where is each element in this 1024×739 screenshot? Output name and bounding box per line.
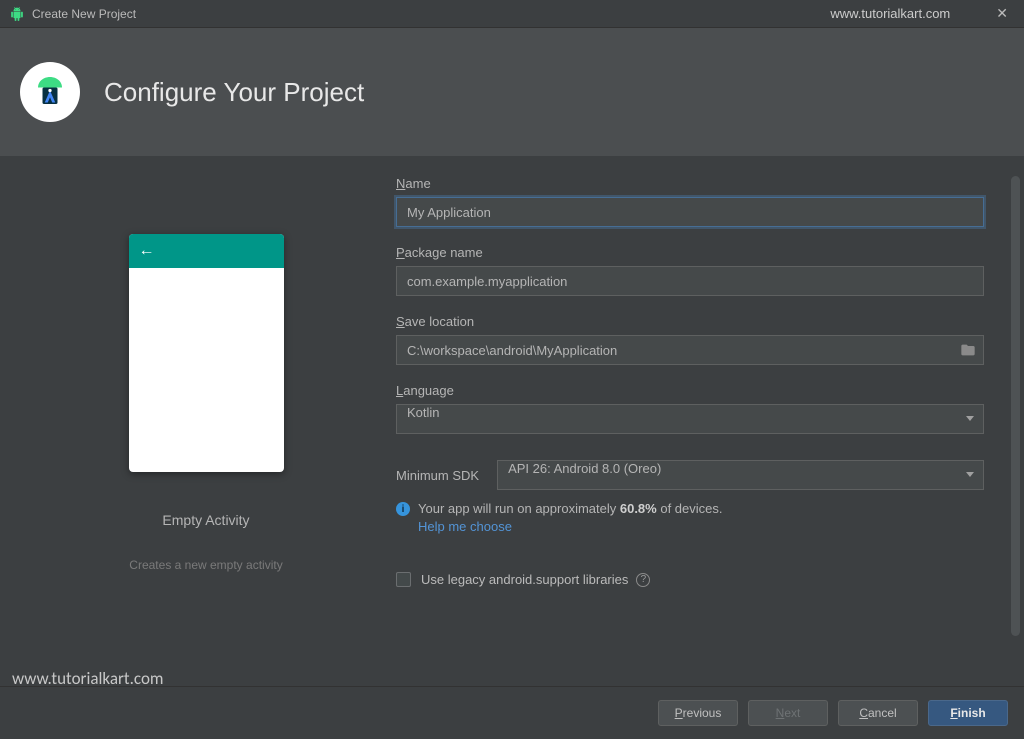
legacy-libraries-checkbox[interactable]: [396, 572, 411, 587]
back-arrow-icon: ←: [139, 242, 155, 260]
legacy-libraries-label: Use legacy android.support libraries: [421, 572, 628, 587]
watermark: www.tutorialkart.com: [12, 668, 164, 689]
language-field-group: Language Kotlin: [396, 383, 984, 434]
cancel-button[interactable]: Cancel: [838, 700, 918, 726]
chevron-down-icon: [966, 416, 974, 421]
form-column: Name Package name Save location Language…: [396, 176, 1008, 686]
body-content: ← Empty Activity Creates a new empty act…: [0, 156, 1024, 686]
name-input[interactable]: [396, 197, 984, 227]
help-me-choose-link[interactable]: Help me choose: [418, 519, 512, 534]
language-label: Language: [396, 383, 984, 398]
device-percentage: 60.8%: [620, 501, 657, 516]
phone-preview: ←: [129, 234, 284, 472]
chevron-down-icon: [966, 472, 974, 477]
titlebar: Create New Project www.tutorialkart.com …: [0, 0, 1024, 28]
name-label: Name: [396, 176, 984, 191]
page-title: Configure Your Project: [104, 77, 364, 108]
close-icon[interactable]: ✕: [990, 3, 1014, 24]
sdk-info: i Your app will run on approximately 60.…: [396, 500, 984, 536]
header: Configure Your Project: [0, 28, 1024, 156]
name-field-group: Name: [396, 176, 984, 227]
folder-browse-icon[interactable]: [960, 342, 976, 358]
minimum-sdk-select[interactable]: API 26: Android 8.0 (Oreo): [497, 460, 984, 490]
save-location-field-group: Save location: [396, 314, 984, 365]
save-location-label: Save location: [396, 314, 984, 329]
android-studio-logo: [20, 62, 80, 122]
info-icon: i: [396, 502, 410, 516]
window-title: Create New Project: [32, 7, 136, 21]
next-button: Next: [748, 700, 828, 726]
titlebar-url: www.tutorialkart.com: [830, 6, 950, 21]
preview-appbar: ←: [129, 234, 284, 268]
template-description: Creates a new empty activity: [129, 558, 282, 572]
template-name: Empty Activity: [162, 512, 249, 528]
minimum-sdk-label: Minimum SDK: [396, 468, 479, 483]
save-location-input[interactable]: [396, 335, 984, 365]
previous-button[interactable]: Previous: [658, 700, 738, 726]
package-field-group: Package name: [396, 245, 984, 296]
template-preview-column: ← Empty Activity Creates a new empty act…: [16, 176, 396, 686]
footer: Previous Next Cancel Finish: [0, 686, 1024, 739]
help-icon[interactable]: ?: [636, 573, 650, 587]
language-select[interactable]: Kotlin: [396, 404, 984, 434]
legacy-libraries-row: Use legacy android.support libraries ?: [396, 572, 984, 587]
package-input[interactable]: [396, 266, 984, 296]
android-icon: [10, 7, 24, 21]
minimum-sdk-row: Minimum SDK API 26: Android 8.0 (Oreo): [396, 460, 984, 490]
package-label: Package name: [396, 245, 984, 260]
finish-button[interactable]: Finish: [928, 700, 1008, 726]
vertical-scrollbar[interactable]: [1011, 176, 1020, 636]
